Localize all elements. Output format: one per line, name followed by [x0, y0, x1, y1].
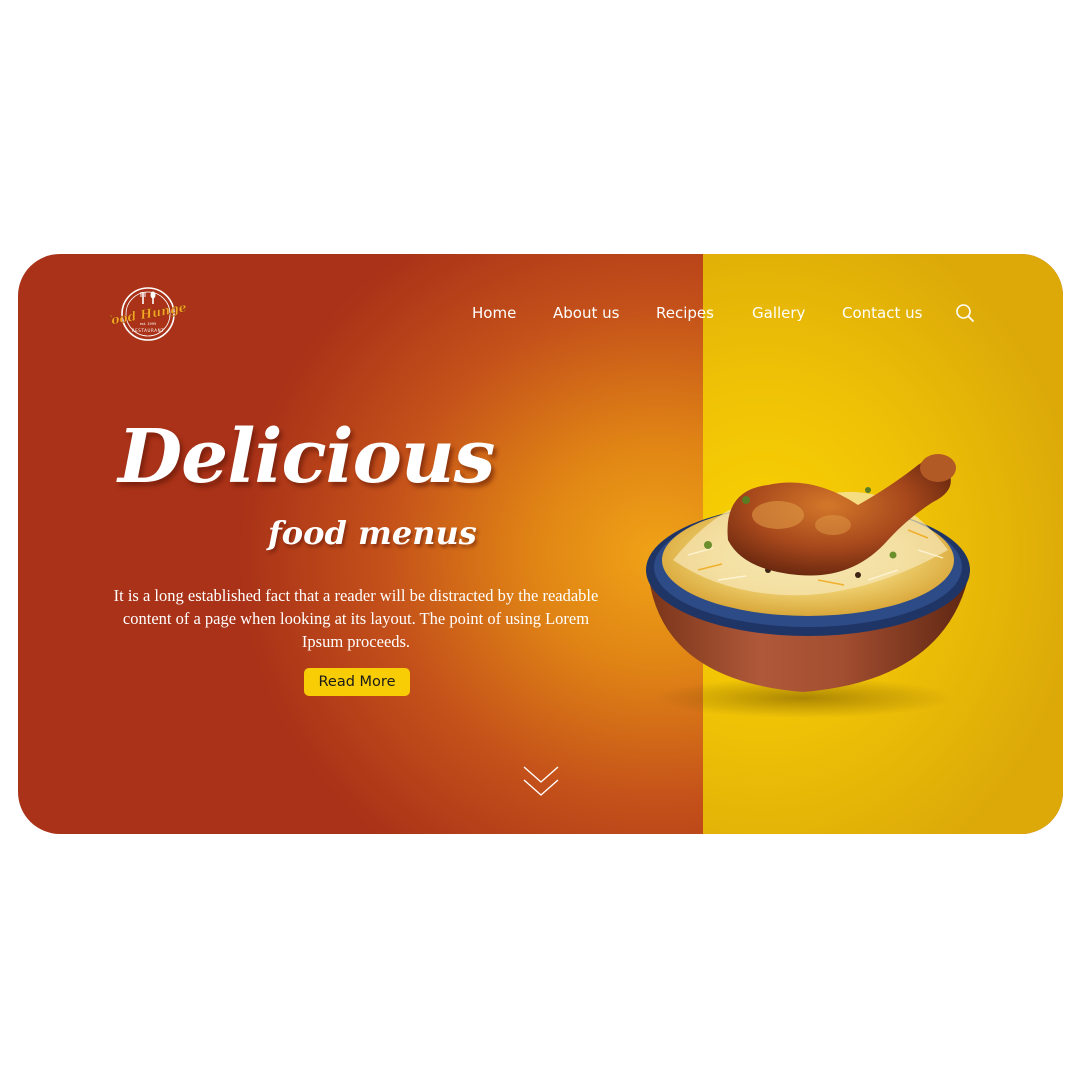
- search-icon[interactable]: [955, 303, 975, 323]
- nav-about-us[interactable]: About us: [553, 304, 619, 322]
- hero-description: It is a long established fact that a rea…: [113, 586, 599, 651]
- logo-tagline-text: RESTAURANT: [132, 328, 164, 333]
- nav-recipes[interactable]: Recipes: [656, 304, 714, 322]
- hero-banner: Food Hunger est. 1995 RESTAURANT Home Ab…: [18, 254, 1063, 834]
- nav-home[interactable]: Home: [472, 304, 516, 322]
- double-chevron-down-icon[interactable]: [521, 764, 561, 800]
- biryani-bowl-image: [618, 430, 998, 730]
- hero-subtitle: food menus: [268, 514, 477, 552]
- nav-gallery[interactable]: Gallery: [752, 304, 805, 322]
- hero-title: Delicious: [118, 414, 495, 500]
- top-nav: Home About us Recipes Gallery Contact us: [18, 300, 1063, 326]
- nav-contact-us[interactable]: Contact us: [842, 304, 922, 322]
- read-more-button[interactable]: Read More: [304, 668, 410, 696]
